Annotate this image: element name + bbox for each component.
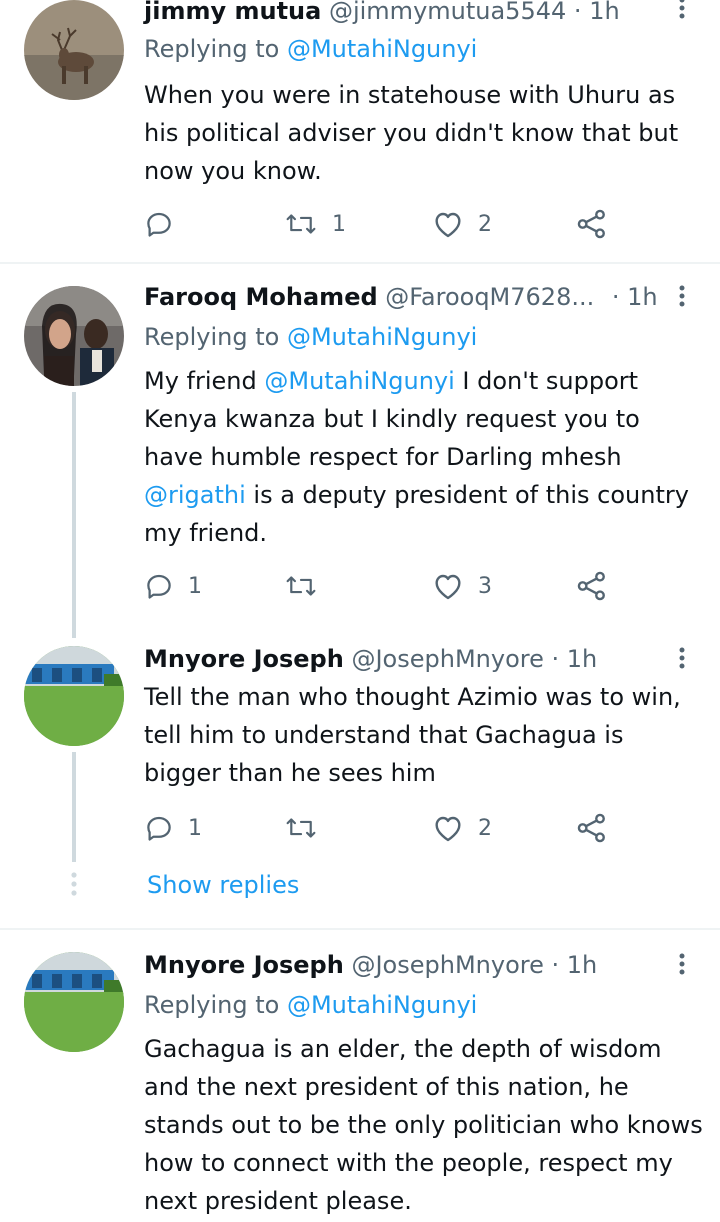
mention-link[interactable]: @MutahiNgunyi — [264, 367, 454, 395]
tweet-text-content: When you were in statehouse with Uhuru a… — [144, 81, 679, 185]
tweet-3[interactable]: Mnyore Joseph @JosephMnyore · 1h Tell th… — [0, 644, 720, 860]
tweet-text-content: Gachagua is an elder, the depth of wisdo… — [144, 1035, 703, 1215]
replying-to: Replying to @MutahiNgunyi — [144, 990, 477, 1020]
tweet-header: jimmy mutua @jimmymutua5544 · 1h — [144, 0, 660, 26]
mention-link[interactable]: @rigathi — [144, 481, 246, 509]
reply-count: 1 — [188, 573, 202, 599]
like-button[interactable]: 3 — [432, 566, 492, 606]
retweet-button[interactable] — [284, 566, 332, 606]
tweet-text: My friend @MutahiNgunyi I don't support … — [144, 362, 704, 552]
reply-button[interactable] — [144, 204, 188, 244]
tweet-text-content: Tell the man who thought Azimio was to w… — [144, 683, 681, 787]
replying-to: Replying to @MutahiNgunyi — [144, 322, 477, 352]
reply-icon — [147, 212, 171, 237]
action-bar: 1 2 — [144, 808, 644, 848]
tweet-text: Tell the man who thought Azimio was to w… — [144, 678, 704, 792]
avatar[interactable] — [24, 0, 124, 100]
like-count: 2 — [478, 815, 492, 841]
retweet-icon — [286, 576, 316, 596]
heart-icon — [435, 212, 461, 238]
reply-icon — [147, 574, 171, 599]
heart-icon — [435, 574, 461, 600]
timestamp[interactable]: 1h — [627, 283, 657, 311]
tweet-text-content: My friend @MutahiNgunyi I don't support … — [144, 362, 704, 552]
tweet-text: When you were in statehouse with Uhuru a… — [144, 76, 704, 190]
like-button[interactable]: 2 — [432, 808, 492, 848]
reply-icon — [147, 816, 171, 841]
share-button[interactable] — [576, 204, 608, 244]
replying-to-label: Replying to — [144, 35, 280, 63]
timestamp[interactable]: 1h — [589, 0, 619, 25]
mention-link[interactable]: @MutahiNgunyi — [287, 323, 477, 351]
author-handle[interactable]: @JosephMnyore — [351, 951, 543, 979]
like-count: 3 — [478, 573, 492, 599]
retweet-button[interactable] — [284, 808, 332, 848]
tweet-text: Gachagua is an elder, the depth of wisdo… — [144, 1030, 704, 1220]
author-name[interactable]: Farooq Mohamed — [144, 283, 378, 311]
tweet-4[interactable]: Mnyore Joseph @JosephMnyore · 1h Replyin… — [0, 950, 720, 1222]
timestamp[interactable]: 1h — [567, 951, 597, 979]
action-bar: 1 3 — [144, 566, 644, 606]
tweet-2[interactable]: Farooq Mohamed @FarooqM7628... · 1h Repl… — [0, 282, 720, 624]
reply-button[interactable]: 1 — [144, 808, 202, 848]
thread-ellipsis-icon — [68, 872, 80, 902]
separator-dot: · — [551, 645, 560, 673]
share-icon — [577, 209, 605, 239]
more-options-icon[interactable] — [668, 952, 696, 980]
share-icon — [577, 571, 605, 601]
tweet-header: Mnyore Joseph @JosephMnyore · 1h — [144, 950, 660, 980]
show-replies-link[interactable]: Show replies — [147, 870, 299, 900]
mention-link[interactable]: @MutahiNgunyi — [287, 991, 477, 1019]
tweet-header: Mnyore Joseph @JosephMnyore · 1h — [144, 644, 660, 674]
more-options-icon[interactable] — [668, 646, 696, 674]
tweet-1[interactable]: jimmy mutua @jimmymutua5544 · 1h Replyin… — [0, 0, 720, 262]
author-handle[interactable]: @FarooqM7628... — [385, 283, 594, 311]
author-name[interactable]: jimmy mutua — [144, 0, 321, 25]
author-handle[interactable]: @jimmymutua5544 — [329, 0, 566, 25]
separator-dot: · — [611, 283, 620, 311]
timestamp[interactable]: 1h — [567, 645, 597, 673]
author-handle[interactable]: @JosephMnyore — [351, 645, 543, 673]
retweet-button[interactable]: 1 — [284, 204, 346, 244]
avatar[interactable] — [24, 952, 124, 1052]
divider — [0, 928, 720, 930]
text-segment: My friend — [144, 367, 265, 395]
reply-count: 1 — [188, 815, 202, 841]
divider — [0, 262, 720, 264]
replying-to-label: Replying to — [144, 323, 280, 351]
author-name[interactable]: Mnyore Joseph — [144, 645, 344, 673]
avatar[interactable] — [24, 286, 124, 386]
retweet-count: 1 — [332, 211, 346, 237]
share-button[interactable] — [576, 808, 608, 848]
reply-button[interactable]: 1 — [144, 566, 202, 606]
retweet-icon — [286, 214, 316, 234]
more-options-icon[interactable] — [668, 0, 696, 24]
replying-to-label: Replying to — [144, 991, 280, 1019]
tweet-header: Farooq Mohamed @FarooqM7628... · 1h — [144, 282, 660, 312]
separator-dot: · — [551, 951, 560, 979]
share-icon — [577, 813, 605, 843]
retweet-icon — [286, 818, 316, 838]
like-count: 2 — [478, 211, 492, 237]
share-button[interactable] — [576, 566, 608, 606]
mention-link[interactable]: @MutahiNgunyi — [287, 35, 477, 63]
replying-to: Replying to @MutahiNgunyi — [144, 34, 477, 64]
author-name[interactable]: Mnyore Joseph — [144, 951, 344, 979]
heart-icon — [435, 816, 461, 842]
separator-dot: · — [573, 0, 582, 25]
more-options-icon[interactable] — [668, 284, 696, 312]
like-button[interactable]: 2 — [432, 204, 492, 244]
thread-connector — [72, 392, 76, 638]
avatar[interactable] — [24, 646, 124, 746]
action-bar: 1 2 — [144, 204, 644, 244]
